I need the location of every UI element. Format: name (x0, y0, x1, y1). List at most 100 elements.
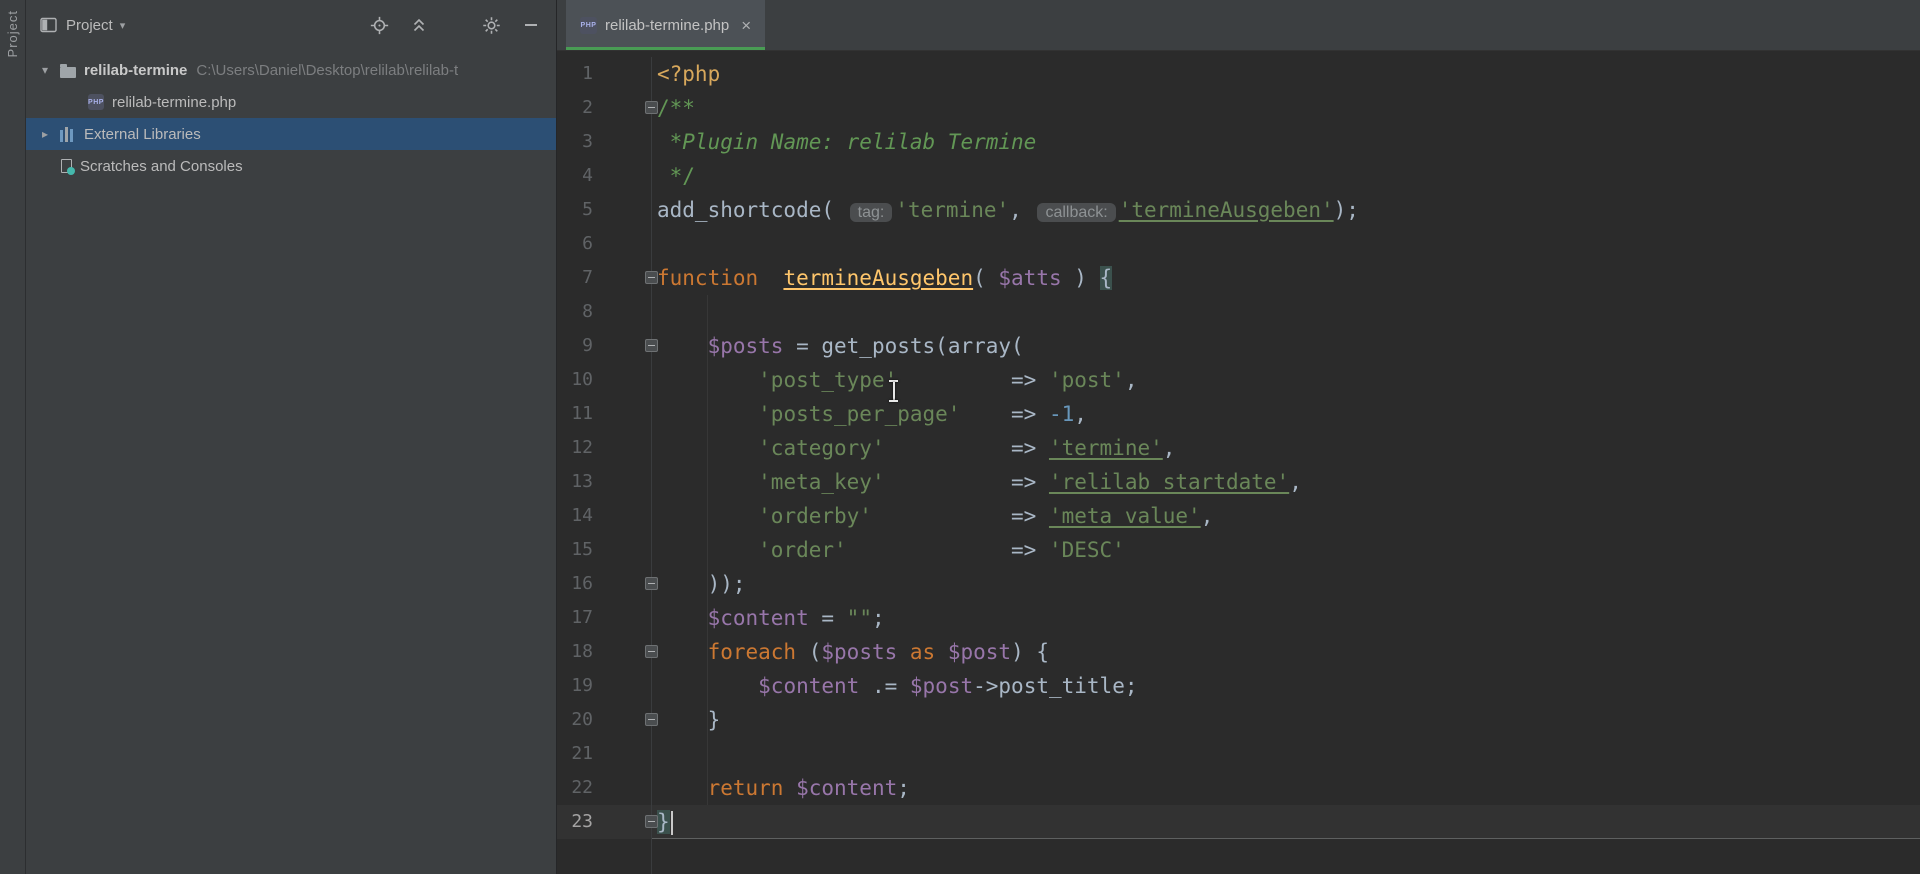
code-token: , (1124, 368, 1138, 392)
code-line-13[interactable]: 13 'meta_key' => 'relilab_startdate', (557, 465, 1920, 499)
code-token: = (783, 334, 822, 358)
code-token: => (897, 368, 1049, 392)
locate-file-icon[interactable] (368, 14, 390, 36)
gutter: 6 (557, 227, 652, 261)
code-text[interactable]: )); (652, 567, 1920, 601)
code-token: , (1289, 470, 1302, 494)
line-number: 2 (582, 97, 593, 118)
settings-gear-icon[interactable] (480, 14, 502, 36)
code-text[interactable]: 'posts_per_page' => -1, (652, 397, 1920, 431)
gutter: 17 (557, 601, 652, 635)
gutter: 1 (557, 57, 652, 91)
code-text[interactable]: <?php (652, 57, 1920, 91)
fold-marker-icon[interactable] (645, 577, 658, 590)
tab-relilab-termine-php[interactable]: PHP relilab-termine.php × (566, 0, 766, 50)
tree-item-root[interactable]: ▾ relilab-termine C:\Users\Daniel\Desktop\… (26, 54, 556, 86)
fold-marker-icon[interactable] (645, 645, 658, 658)
code-token: => (884, 436, 1049, 460)
code-text[interactable] (652, 839, 1920, 874)
code-text[interactable]: add_shortcode( tag:'termine', callback: '… (652, 193, 1920, 227)
code-token: 'termine' (895, 198, 1010, 222)
code-text[interactable]: */ (652, 159, 1920, 193)
code-line-12[interactable]: 12 'category' => 'termine', (557, 431, 1920, 465)
code-line-8[interactable]: 8 (557, 295, 1920, 329)
code-text[interactable]: } (652, 703, 1920, 737)
gutter: 4 (557, 159, 652, 193)
code-line-5[interactable]: 5 add_shortcode( tag:'termine', callback:… (557, 193, 1920, 227)
code-token: ; (897, 776, 910, 800)
fold-marker-icon[interactable] (645, 271, 658, 284)
chevron-down-icon[interactable]: ▾ (120, 19, 126, 32)
code-token: Plugin Name: relilab Termine (682, 130, 1037, 154)
tab-close-icon[interactable]: × (741, 17, 751, 34)
code-text[interactable] (652, 737, 1920, 771)
code-text[interactable]: /** (652, 91, 1920, 125)
line-number: 20 (571, 709, 593, 730)
line-number: 15 (571, 539, 593, 560)
code-token: 'termine' (1048, 436, 1163, 460)
code-line-2[interactable]: 2 /** (557, 91, 1920, 125)
fold-marker-icon[interactable] (645, 815, 658, 828)
tree-item-scratches[interactable]: Scratches and Consoles (26, 150, 556, 182)
code-text[interactable]: $content .= $post->post_title; (652, 669, 1920, 703)
code-text[interactable]: function termineAusgeben( $atts ) { (652, 261, 1920, 295)
collapse-all-icon[interactable] (408, 14, 430, 36)
code-line-11[interactable]: 11 'posts_per_page' => -1, (557, 397, 1920, 431)
parameter-hint: tag: (849, 203, 893, 222)
line-number: 9 (582, 335, 593, 356)
chevron-right-icon[interactable]: ▸ (30, 127, 60, 141)
line-number: 7 (582, 267, 593, 288)
code-token: ); (1333, 198, 1359, 222)
tree-item-external-libraries[interactable]: ▸ External Libraries (26, 118, 556, 150)
code-line-23[interactable]: 23} (557, 805, 1920, 839)
text-caret (670, 811, 673, 835)
code-line-9[interactable]: 9 $posts = get_posts(array( (557, 329, 1920, 363)
stripe-project-label[interactable]: Project (5, 10, 20, 57)
code-editor[interactable]: 1 <?php 2 /** 3 *Plugin Name: relilab Termin… (557, 51, 1920, 874)
chevron-down-icon[interactable]: ▾ (30, 63, 60, 77)
code-token: , (1162, 436, 1176, 460)
code-line-15[interactable]: 15 'order' => 'DESC' (557, 533, 1920, 567)
code-text[interactable]: *Plugin Name: relilab Termine (652, 125, 1920, 159)
code-text[interactable]: foreach ($posts as $post) { (652, 635, 1920, 669)
tree-item-php-file[interactable]: PHP relilab-termine.php (26, 86, 556, 118)
code-line-7[interactable]: 7 function termineAusgeben( $atts ) { (557, 261, 1920, 295)
code-text[interactable]: 'meta_key' => 'relilab_startdate', (652, 465, 1920, 499)
fold-marker-icon[interactable] (645, 101, 658, 114)
code-text[interactable]: 'orderby' => 'meta_value', (652, 499, 1920, 533)
panel-title[interactable]: Project (66, 17, 113, 34)
code-text[interactable]: return $content; (652, 771, 1920, 805)
code-line-18[interactable]: 18 foreach ($posts as $post) { (557, 635, 1920, 669)
code-line-6[interactable]: 6 (557, 227, 1920, 261)
code-line-3[interactable]: 3 *Plugin Name: relilab Termine (557, 125, 1920, 159)
code-text[interactable]: 'category' => 'termine', (652, 431, 1920, 465)
code-token: ( (796, 640, 822, 664)
fold-marker-icon[interactable] (645, 339, 658, 352)
tree-item-label: relilab-termine (84, 61, 188, 79)
code-token: , (1200, 504, 1214, 528)
code-text[interactable]: 'order' => 'DESC' (652, 533, 1920, 567)
code-text[interactable]: $content = ""; (652, 601, 1920, 635)
fold-marker-icon[interactable] (645, 713, 658, 726)
code-text[interactable] (652, 227, 1920, 261)
code-text[interactable]: 'post_type' => 'post', (652, 363, 1920, 397)
code-line-16[interactable]: 16 )); (557, 567, 1920, 601)
code-line-22[interactable]: 22 return $content; (557, 771, 1920, 805)
code-line-1[interactable]: 1 <?php (557, 57, 1920, 91)
code-line-21[interactable]: 21 (557, 737, 1920, 771)
code-token: )); (657, 572, 746, 596)
hide-panel-icon[interactable] (520, 14, 542, 36)
code-line-10[interactable]: 10 'post_type' => 'post', (557, 363, 1920, 397)
code-text[interactable] (652, 295, 1920, 329)
code-text[interactable]: $posts = get_posts(array( (652, 329, 1920, 363)
code-line-4[interactable]: 4 */ (557, 159, 1920, 193)
code-line-17[interactable]: 17 $content = ""; (557, 601, 1920, 635)
code-line-19[interactable]: 19 $content .= $post->post_title; (557, 669, 1920, 703)
code-token: 'relilab_startdate' (1048, 470, 1290, 494)
library-icon (60, 126, 76, 142)
code-line-14[interactable]: 14 'orderby' => 'meta_value', (557, 499, 1920, 533)
code-line-20[interactable]: 20 } (557, 703, 1920, 737)
code-text[interactable]: } (652, 805, 1920, 839)
code-token: , (1074, 402, 1087, 426)
